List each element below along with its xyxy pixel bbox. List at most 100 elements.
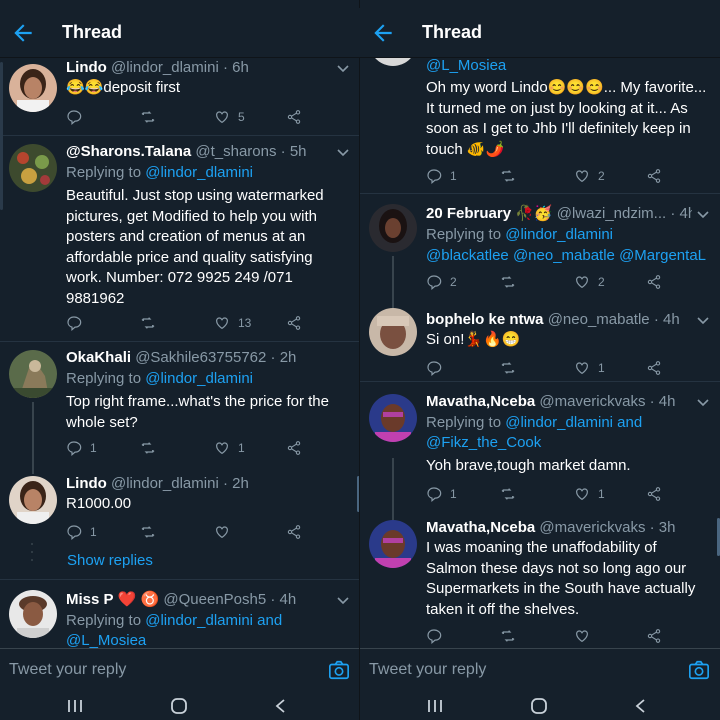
reply-button[interactable]: 1 <box>66 438 97 458</box>
reply-button[interactable] <box>66 313 82 333</box>
chevron-down-icon[interactable] <box>336 148 350 158</box>
retweet-button[interactable] <box>500 358 516 378</box>
mention-link[interactable]: @lindor_dlamini <box>505 414 613 431</box>
back-arrow-icon[interactable] <box>370 20 396 46</box>
like-button[interactable] <box>574 626 590 646</box>
tweet-actions: 1 1 <box>426 484 680 504</box>
share-button[interactable] <box>646 626 662 646</box>
author-name[interactable]: 20 February <box>426 205 511 222</box>
tweet[interactable]: Mavatha,Nceba @maverickvaks · 4h Replyin… <box>360 382 720 508</box>
tweet[interactable]: @Sharons.Talana @t_sharons · 5h Replying… <box>0 136 360 342</box>
replying-to: Replying to @lindor_dlamini <box>426 225 710 245</box>
author-name[interactable]: Miss P <box>66 591 114 608</box>
recents-icon[interactable] <box>66 698 84 714</box>
like-button[interactable]: 13 <box>214 313 251 333</box>
avatar[interactable] <box>369 204 417 252</box>
show-replies-link[interactable]: Show replies <box>67 552 153 569</box>
mention-link[interactable]: @lindor_dlamini <box>145 164 253 181</box>
like-button[interactable]: 1 <box>574 484 605 504</box>
reply-composer[interactable]: Tweet your reply <box>0 648 360 692</box>
retweet-button[interactable] <box>500 272 516 292</box>
tweet[interactable]: Miss P ❤️ ♉ @QueenPosh5 · 4h Replying to… <box>0 580 360 648</box>
retweet-button[interactable] <box>140 107 156 127</box>
nav-back-icon[interactable] <box>272 698 290 714</box>
home-icon[interactable] <box>530 698 548 714</box>
reply-button[interactable] <box>426 626 442 646</box>
like-button[interactable]: 2 <box>574 166 605 186</box>
chevron-down-icon[interactable] <box>336 64 350 74</box>
chevron-down-icon[interactable] <box>696 210 710 220</box>
thread-feed[interactable]: @L_Mosiea Oh my word Lindo😊😊😊... My favo… <box>360 58 720 648</box>
tweet-reply-input[interactable]: Tweet your reply <box>369 661 486 679</box>
author-name[interactable]: Mavatha,Nceba <box>426 393 535 410</box>
share-button[interactable] <box>286 313 302 333</box>
author-name[interactable]: bophelo ke ntwa <box>426 311 544 328</box>
author-name[interactable]: Lindo <box>66 59 107 76</box>
retweet-button[interactable] <box>140 313 156 333</box>
share-button[interactable] <box>646 166 662 186</box>
mention-link[interactable]: @L_Mosiea <box>66 632 146 648</box>
camera-icon[interactable] <box>688 659 710 681</box>
tweet[interactable]: bophelo ke ntwa @neo_mabatle · 4h Si on!… <box>360 298 720 382</box>
tweet-reply-input[interactable]: Tweet your reply <box>9 661 126 679</box>
share-button[interactable] <box>286 522 302 542</box>
mention-link[interactable]: @lindor_dlamini <box>145 612 253 629</box>
chevron-down-icon[interactable] <box>696 316 710 326</box>
share-button[interactable] <box>286 107 302 127</box>
back-arrow-icon[interactable] <box>10 20 36 46</box>
author-name[interactable]: OkaKhali <box>66 349 131 366</box>
share-button[interactable] <box>646 272 662 292</box>
share-button[interactable] <box>286 438 302 458</box>
author-name[interactable]: Mavatha,Nceba <box>426 519 535 536</box>
share-button[interactable] <box>646 484 662 504</box>
mention-link[interactable]: @L_Mosiea <box>426 58 506 74</box>
tweet[interactable]: @L_Mosiea Oh my word Lindo😊😊😊... My favo… <box>360 58 720 194</box>
like-button[interactable]: 1 <box>214 438 245 458</box>
retweet-button[interactable] <box>140 438 156 458</box>
reply-button[interactable] <box>426 358 442 378</box>
reply-button[interactable] <box>66 107 82 127</box>
avatar[interactable] <box>9 350 57 398</box>
author-name[interactable]: Lindo <box>66 475 107 492</box>
avatar[interactable] <box>369 308 417 356</box>
home-icon[interactable] <box>170 698 188 714</box>
like-button[interactable]: 5 <box>214 107 245 127</box>
reply-button[interactable]: 1 <box>426 484 457 504</box>
reply-composer[interactable]: Tweet your reply <box>360 648 720 692</box>
like-button[interactable] <box>214 522 230 542</box>
reply-button[interactable]: 2 <box>426 272 457 292</box>
avatar[interactable] <box>9 144 57 192</box>
retweet-button[interactable] <box>500 484 516 504</box>
recents-icon[interactable] <box>426 698 444 714</box>
header: Thread <box>0 8 360 58</box>
author-name[interactable]: @Sharons.Talana <box>66 143 191 160</box>
tweet[interactable]: Mavatha,Nceba @maverickvaks · 3h I was m… <box>360 508 720 648</box>
like-button[interactable]: 1 <box>574 358 605 378</box>
camera-icon[interactable] <box>328 659 350 681</box>
avatar[interactable] <box>369 394 417 442</box>
tweet[interactable]: Lindo @lindor_dlamini · 6h 😂😂deposit fir… <box>0 58 360 136</box>
replying-to-cont: @Fikz_the_Cook <box>426 433 710 453</box>
avatar[interactable] <box>369 520 417 568</box>
chevron-down-icon[interactable] <box>696 398 710 408</box>
mention-link[interactable]: @Fikz_the_Cook <box>426 434 541 451</box>
avatar[interactable] <box>9 64 57 112</box>
share-button[interactable] <box>646 358 662 378</box>
retweet-button[interactable] <box>500 166 516 186</box>
retweet-button[interactable] <box>140 522 156 542</box>
retweet-button[interactable] <box>500 626 516 646</box>
tweet[interactable]: 20 February 🥀🥳 @lwazi_ndzim... · 4h Repl… <box>360 194 720 298</box>
reply-button[interactable]: 1 <box>426 166 457 186</box>
chevron-down-icon[interactable] <box>336 596 350 606</box>
nav-back-icon[interactable] <box>632 698 650 714</box>
mention-link[interactable]: @lindor_dlamini <box>505 226 613 243</box>
avatar[interactable] <box>9 590 57 638</box>
thread-feed[interactable]: Lindo @lindor_dlamini · 6h 😂😂deposit fir… <box>0 58 360 648</box>
mention-links[interactable]: @blackatlee @neo_mabatle @MargentaL <box>426 247 706 264</box>
like-button[interactable]: 2 <box>574 272 605 292</box>
mention-link[interactable]: @lindor_dlamini <box>145 370 253 387</box>
avatar[interactable] <box>9 476 57 524</box>
tweet[interactable]: OkaKhali @Sakhile63755762 · 2h Replying … <box>0 342 360 466</box>
tweet[interactable]: Lindo @lindor_dlamini · 2h R1000.00 1 Sh… <box>0 466 360 580</box>
reply-button[interactable]: 1 <box>66 522 97 542</box>
